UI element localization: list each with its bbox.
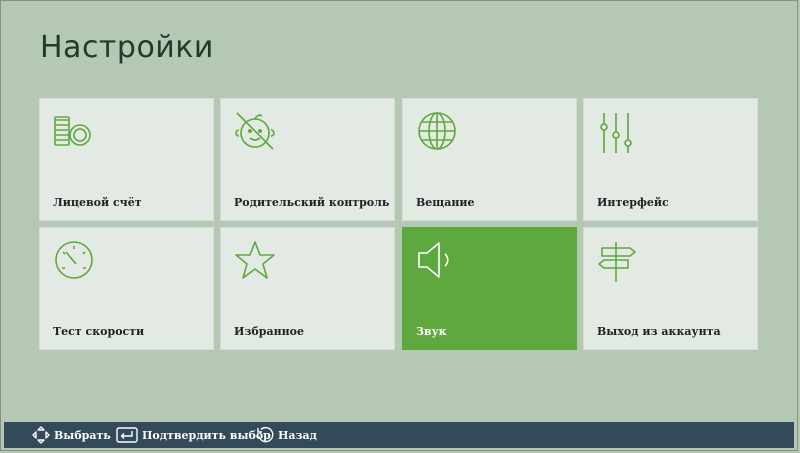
tile-label: Звук xyxy=(416,325,447,338)
hint-select: Выбрать xyxy=(32,422,111,448)
tile-broadcast[interactable]: Вещание xyxy=(402,98,577,221)
tile-parental-control[interactable]: Родительский контроль xyxy=(220,98,395,221)
tile-speed-test[interactable]: Тест скорости xyxy=(39,227,214,350)
hint-label: Подтвердить выбор xyxy=(142,428,271,442)
globe-icon xyxy=(418,112,456,150)
tile-interface[interactable]: Интерфейс xyxy=(583,98,758,221)
tile-label: Лицевой счёт xyxy=(53,196,142,209)
back-arrow-icon xyxy=(257,427,274,443)
tile-favorites[interactable]: Избранное xyxy=(220,227,395,350)
hint-back: Назад xyxy=(256,422,317,448)
speaker-icon xyxy=(418,242,449,278)
page-title: Настройки xyxy=(40,30,214,65)
hint-label: Назад xyxy=(278,428,317,442)
tile-label: Выход из аккаунта xyxy=(597,325,721,338)
hint-label: Выбрать xyxy=(54,428,111,442)
speedometer-icon xyxy=(55,241,93,279)
window-frame xyxy=(0,0,798,451)
tile-label: Тест скорости xyxy=(53,325,145,338)
tile-label: Избранное xyxy=(234,325,305,338)
tile-logout[interactable]: Выход из аккаунта xyxy=(583,227,758,350)
star-icon xyxy=(235,241,275,279)
tile-label: Интерфейс xyxy=(597,196,669,209)
enter-key-icon xyxy=(116,427,138,443)
bottom-hint-bar: Выбрать Подтвердить выбор Назад xyxy=(4,422,794,448)
hint-confirm: Подтвердить выбор xyxy=(116,422,271,448)
child-face-crossed-icon xyxy=(235,112,275,150)
dpad-arrows-icon xyxy=(32,426,50,444)
sliders-icon xyxy=(600,113,632,153)
tile-sound[interactable]: Звук xyxy=(402,227,577,350)
tile-label: Вещание xyxy=(416,196,475,209)
coins-icon xyxy=(54,116,91,146)
signpost-icon xyxy=(598,242,636,282)
tile-account[interactable]: Лицевой счёт xyxy=(39,98,214,221)
tile-label: Родительский контроль xyxy=(234,196,390,209)
